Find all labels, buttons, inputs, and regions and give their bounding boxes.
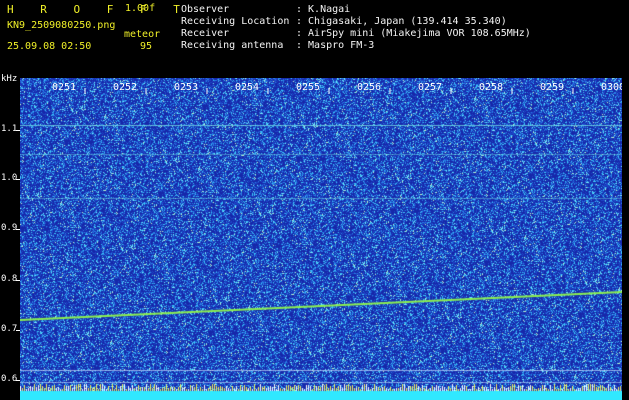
x-tick-label: 0259 [540, 82, 564, 93]
x-tick-label: 0256 [357, 82, 381, 93]
header-panel: H R O F F T 1.00f KN9_2509080250.png met… [0, 0, 629, 78]
y-tick-label: 0.6 [1, 374, 18, 384]
version-label: 1.00f [125, 3, 156, 14]
receiver-label: Receiver [181, 28, 230, 39]
spectrogram-overlay: 0251 0252 0253 0254 0255 0256 0257 0258 0259 0300 [52, 82, 622, 94]
y-tick-label: 1.0 [1, 173, 18, 183]
x-tick-label: 0255 [296, 82, 320, 93]
x-tick-label: 0254 [235, 82, 259, 93]
y-tick-label: 0.7 [1, 324, 18, 334]
datetime-label: 25.09.08 02:50 [7, 41, 92, 52]
y-tick-label: 0.8 [1, 274, 18, 284]
x-tick-label: 0253 [174, 82, 198, 93]
y-tick-label: 1.1 [1, 124, 18, 134]
right-border [622, 78, 629, 400]
y-axis-unit: kHz [1, 74, 18, 84]
observer-value: : K.Nagai [296, 4, 351, 15]
x-tick-label: 0251 [52, 82, 76, 93]
x-tick-label: 0258 [479, 82, 503, 93]
app-logo: H R O F F T [7, 3, 190, 16]
meteor-count: 95 [140, 41, 153, 52]
y-tick-label: 0.9 [1, 223, 18, 233]
y-axis: kHz 1.1 1.0 0.9 0.8 0.7 0.6 [0, 74, 20, 400]
location-label: Receiving Location [181, 16, 290, 27]
x-tick-label: 0257 [418, 82, 442, 93]
meteor-label: meteor [124, 29, 161, 40]
receiver-value: : AirSpy mini (Miakejima VOR 108.65MHz) [296, 28, 531, 39]
spectrogram-plot: 0251 0252 0253 0254 0255 0256 0257 0258 0259 0300 [20, 78, 622, 400]
x-tick-label: 0300 [601, 82, 622, 93]
antenna-label: Receiving antenna [181, 40, 284, 51]
location-value: : Chigasaki, Japan (139.414 35.340) [296, 16, 507, 27]
observer-label: Observer [181, 4, 230, 15]
filename-label: KN9_2509080250.png [7, 20, 116, 31]
antenna-value: : Maspro FM-3 [296, 40, 375, 51]
x-tick-label: 0252 [113, 82, 137, 93]
